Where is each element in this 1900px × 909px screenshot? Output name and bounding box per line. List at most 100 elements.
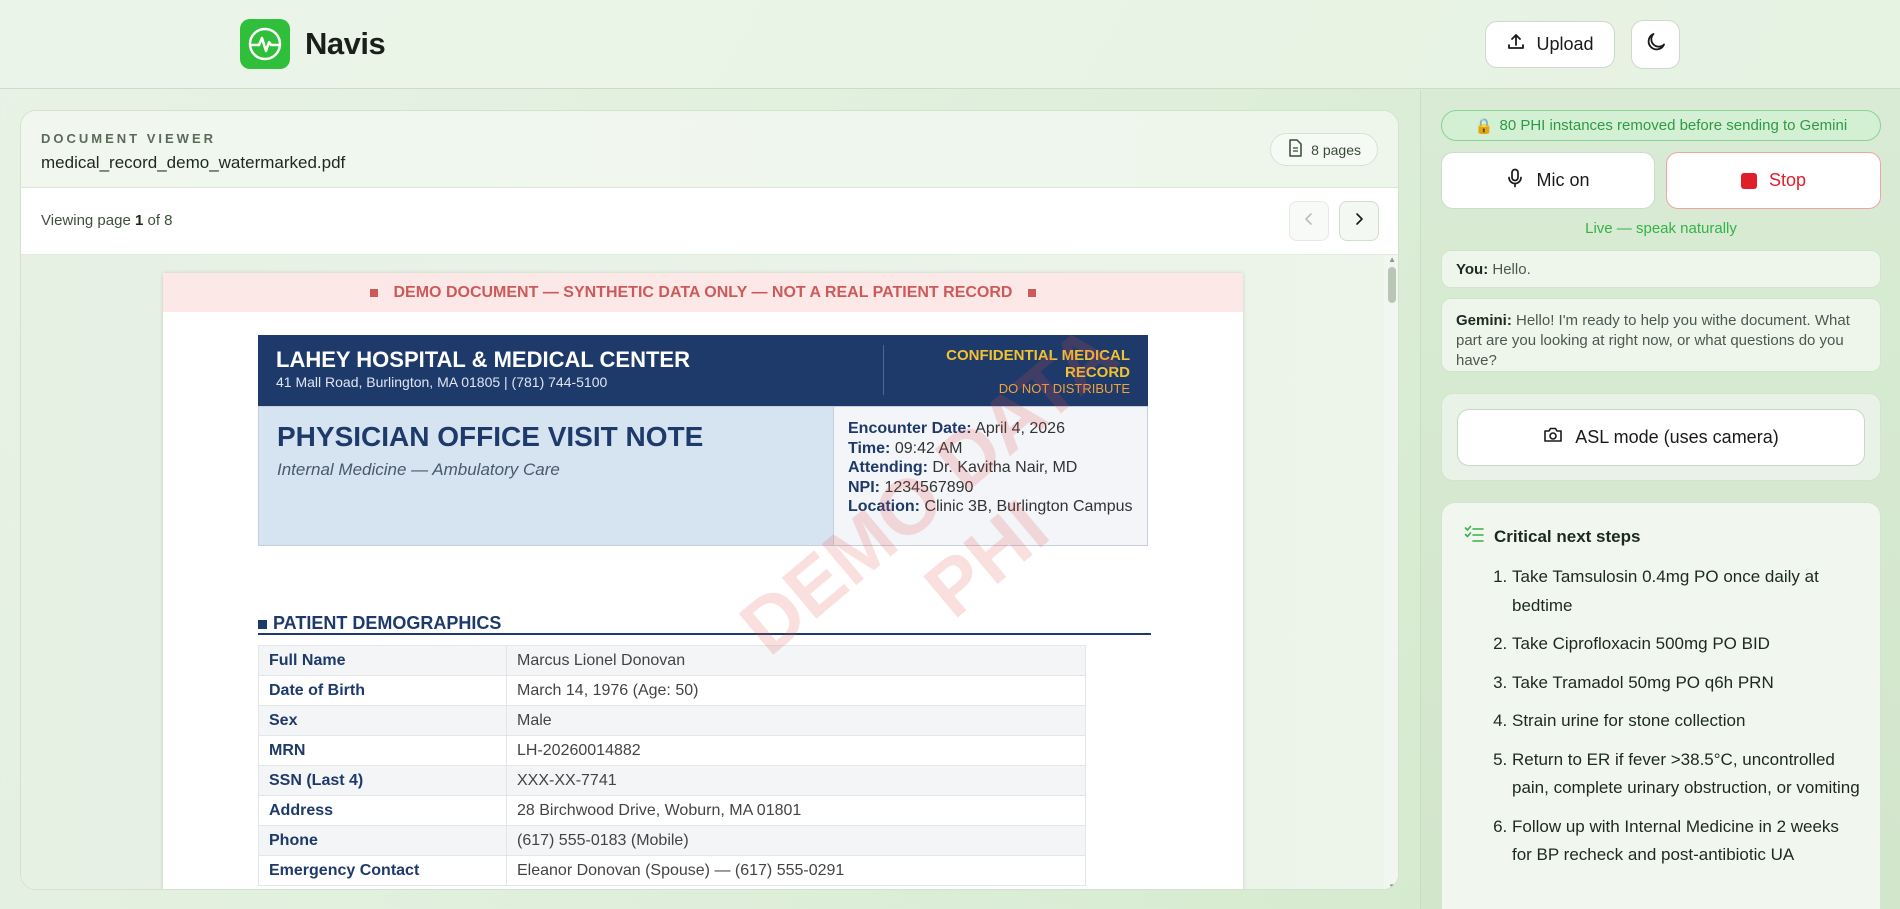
list-item: Take Tamsulosin 0.4mg PO once daily at b… <box>1512 563 1860 620</box>
theme-toggle-button[interactable] <box>1631 20 1680 69</box>
user-message: You: Hello. <box>1441 250 1881 288</box>
checklist-icon <box>1464 525 1484 548</box>
section-title: PATIENT DEMOGRAPHICS <box>273 613 502 633</box>
list-item: Return to ER if fever >38.5°C, uncontrol… <box>1512 746 1860 803</box>
table-row: Address 28 Birchwood Drive, Woburn, MA 01… <box>258 795 1086 826</box>
message-text: Hello! I'm ready to help you withe docum… <box>1456 312 1850 369</box>
hospital-header: LAHEY HOSPITAL & MEDICAL CENTER 41 Mall … <box>258 335 1148 406</box>
header-divider <box>883 345 884 395</box>
table-row: Sex Male <box>258 705 1086 736</box>
table-row: Phone (617) 555-0183 (Mobile) <box>258 825 1086 856</box>
encounter-value: Clinic 3B, Burlington Campus <box>920 498 1133 515</box>
upload-button[interactable]: Upload <box>1485 21 1615 68</box>
list-item: Take Ciprofloxacin 500mg PO BID <box>1512 630 1860 659</box>
chevron-left-icon <box>1302 212 1316 231</box>
next-page-button[interactable] <box>1339 201 1379 241</box>
demo-banner-text: DEMO DOCUMENT — SYNTHETIC DATA ONLY — NO… <box>393 283 1013 301</box>
confidential-label: CONFIDENTIAL MEDICAL RECORD <box>946 347 1130 381</box>
encounter-label: Time: <box>848 439 891 457</box>
encounter-row: Encounter Date: April 4, 2026 <box>848 419 1133 439</box>
mic-button[interactable]: Mic on <box>1441 152 1655 209</box>
square-bullet-icon <box>1028 288 1037 297</box>
next-steps-card: Critical next steps Take Tamsulosin 0.4m… <box>1441 502 1881 909</box>
phi-notice-text: 80 PHI instances removed before sending … <box>1499 117 1848 134</box>
hospital-name: LAHEY HOSPITAL & MEDICAL CENTER <box>276 347 690 372</box>
demo-banner: DEMO DOCUMENT — SYNTHETIC DATA ONLY — NO… <box>163 273 1243 312</box>
scroll-up-arrow-icon[interactable]: ▲ <box>1388 255 1396 264</box>
stop-button[interactable]: Stop <box>1666 152 1881 209</box>
pulse-icon <box>240 19 290 69</box>
message-text: Hello. <box>1488 261 1531 278</box>
field-value: 28 Birchwood Drive, Woburn, MA 01801 <box>506 795 1086 826</box>
document-icon <box>1287 139 1303 160</box>
encounter-value: 1234567890 <box>880 478 974 496</box>
encounter-row: Attending: Dr. Kavitha Nair, MD <box>848 458 1133 478</box>
field-label: Address <box>258 795 507 826</box>
visit-info: PHYSICIAN OFFICE VISIT NOTE Internal Med… <box>258 406 1148 546</box>
viewer-header: DOCUMENT VIEWER medical_record_demo_wate… <box>21 111 1398 188</box>
field-value: (617) 555-0183 (Mobile) <box>506 825 1086 856</box>
next-steps-header: Critical next steps <box>1464 525 1640 548</box>
field-label: SSN (Last 4) <box>258 765 507 796</box>
message-speaker: Gemini: <box>1456 312 1512 329</box>
phi-notice-badge: 🔒 80 PHI instances removed before sendin… <box>1441 110 1881 141</box>
field-label: Sex <box>258 705 507 736</box>
scrollbar[interactable]: ▲ ▼ <box>1384 255 1398 889</box>
square-bullet-icon <box>369 288 378 297</box>
encounter-row: NPI: 1234567890 <box>848 478 1133 498</box>
visit-title-block: PHYSICIAN OFFICE VISIT NOTE Internal Med… <box>259 407 833 545</box>
encounter-row: Time: 09:42 AM <box>848 439 1133 459</box>
table-row: Full Name Marcus Lionel Donovan <box>258 645 1086 676</box>
asl-card: ASL mode (uses camera) <box>1441 393 1881 481</box>
page-indicator-mid: of <box>143 212 165 229</box>
visit-subtitle: Internal Medicine — Ambulatory Care <box>277 460 560 479</box>
encounter-value: Dr. Kavitha Nair, MD <box>927 459 1078 476</box>
assistant-message: Gemini: Hello! I'm ready to help you wit… <box>1441 298 1881 372</box>
encounter-row: Location: Clinic 3B, Burlington Campus <box>848 497 1133 517</box>
top-bar: Navis Upload <box>0 0 1900 89</box>
field-label: Date of Birth <box>258 675 507 706</box>
prev-page-button[interactable] <box>1289 201 1329 241</box>
stop-icon <box>1740 172 1757 189</box>
scroll-down-arrow-icon[interactable]: ▼ <box>1388 882 1396 889</box>
page-navigation: Viewing page 1 of 8 <box>21 188 1398 255</box>
next-steps-title: Critical next steps <box>1494 526 1641 546</box>
demographics-table: Full Name Marcus Lionel Donovan Date of B… <box>258 645 1086 886</box>
page-count-label: 8 pages <box>1311 141 1361 158</box>
next-steps-list: Take Tamsulosin 0.4mg PO once daily at b… <box>1480 563 1860 880</box>
page-indicator: Viewing page 1 of 8 <box>41 212 173 229</box>
list-item: Follow up with Internal Medicine in 2 we… <box>1512 813 1860 870</box>
encounter-label: Encounter Date: <box>848 420 972 437</box>
file-name: medical_record_demo_watermarked.pdf <box>41 153 346 172</box>
field-label: Phone <box>258 825 507 856</box>
encounter-label: Attending: <box>848 459 928 476</box>
encounter-value: 09:42 AM <box>890 439 963 457</box>
chevron-right-icon <box>1352 212 1366 231</box>
viewer-label: DOCUMENT VIEWER <box>41 131 216 146</box>
asl-mode-button[interactable]: ASL mode (uses camera) <box>1457 409 1865 466</box>
field-value: LH-20260014882 <box>506 735 1086 766</box>
camera-icon <box>1543 426 1563 449</box>
table-row: SSN (Last 4) XXX-XX-7741 <box>258 765 1086 796</box>
field-label: MRN <box>258 735 507 766</box>
moon-icon <box>1644 30 1668 59</box>
microphone-icon <box>1506 168 1524 193</box>
field-label: Emergency Contact <box>258 855 507 886</box>
stop-label: Stop <box>1768 170 1807 190</box>
page-count-badge: 8 pages <box>1270 133 1378 166</box>
document-page: DEMO DOCUMENT — SYNTHETIC DATA ONLY — NO… <box>163 273 1243 889</box>
square-bullet-icon <box>258 620 267 629</box>
list-item: Take Tramadol 50mg PO q6h PRN <box>1512 669 1860 698</box>
asl-label: ASL mode (uses camera) <box>1575 427 1779 447</box>
field-value: Eleanor Donovan (Spouse) — (617) 555-029… <box>506 855 1086 886</box>
upload-label: Upload <box>1536 34 1594 54</box>
document-canvas[interactable]: DEMO DOCUMENT — SYNTHETIC DATA ONLY — NO… <box>21 255 1398 889</box>
section-heading: PATIENT DEMOGRAPHICS <box>258 613 1151 635</box>
scrollbar-thumb[interactable] <box>1388 267 1396 303</box>
total-pages: 8 <box>164 212 173 229</box>
field-label: Full Name <box>258 645 507 676</box>
table-row: Date of Birth March 14, 1976 (Age: 50) <box>258 675 1086 706</box>
document-viewer: DOCUMENT VIEWER medical_record_demo_wate… <box>20 110 1399 890</box>
lock-icon: 🔒 <box>1474 117 1494 135</box>
field-value: XXX-XX-7741 <box>506 765 1086 796</box>
